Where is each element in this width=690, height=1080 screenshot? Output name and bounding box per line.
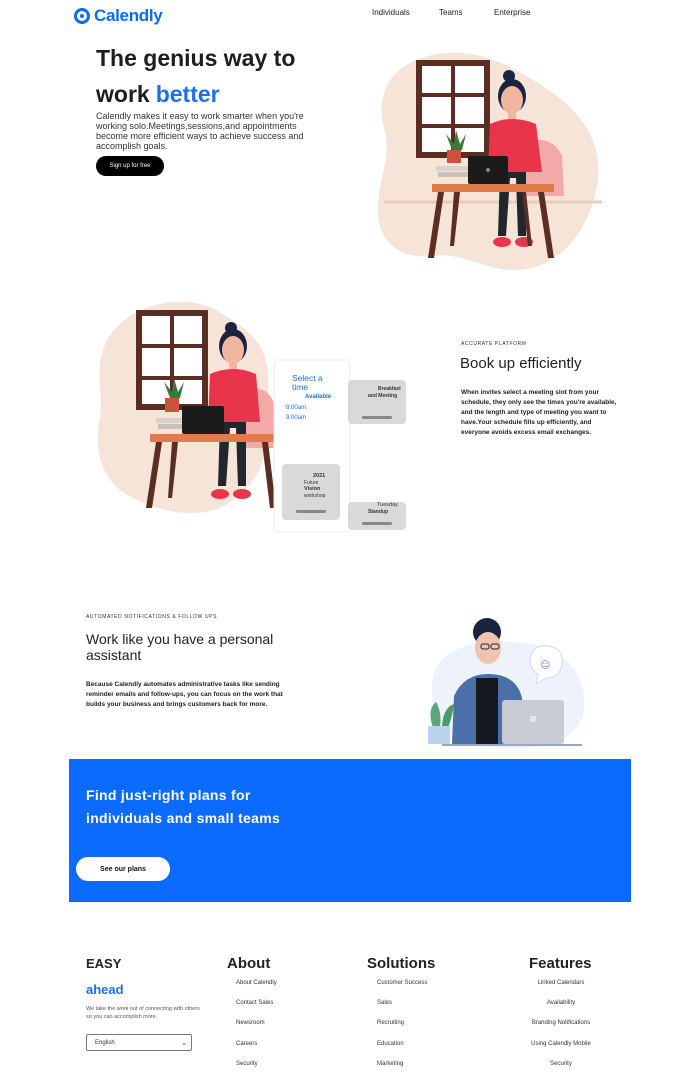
- language-select-value: English: [95, 1039, 115, 1046]
- hero-title-line1: The genius way to: [96, 45, 296, 71]
- footer-link[interactable]: Careers: [236, 1039, 277, 1059]
- footer-link[interactable]: Recruiting: [377, 1018, 427, 1038]
- assistant-eyebrow: AUTOMATED NOTIFICATIONS & FOLLOW UPS: [86, 614, 218, 620]
- man-at-laptop-illustration: ☺: [428, 618, 585, 749]
- woman-at-desk-illustration: [377, 52, 602, 271]
- footer-heading-features: Features: [529, 955, 592, 972]
- footer-solutions-links: Customer Success Sales Recruiting Educat…: [377, 978, 427, 1079]
- footer-brand-accent: ahead: [86, 982, 124, 997]
- nav-teams[interactable]: Teams: [439, 8, 463, 17]
- sign-up-button[interactable]: Sign up for free: [96, 156, 164, 176]
- footer-link[interactable]: Security: [520, 1059, 602, 1079]
- card-vision-sub-2: Vision: [304, 486, 321, 492]
- nav-individuals[interactable]: Individuals: [372, 8, 410, 17]
- language-select[interactable]: English ⌄: [86, 1034, 192, 1051]
- footer-link[interactable]: Education: [377, 1039, 427, 1059]
- card-tuesday-sub: Standup: [368, 509, 388, 515]
- footer-link[interactable]: Customer Success: [377, 978, 427, 998]
- assistant-title: Work like you have a personal assistant: [86, 631, 274, 663]
- nav-enterprise[interactable]: Enterprise: [494, 8, 530, 17]
- footer-link[interactable]: Security: [236, 1059, 277, 1079]
- footer-link[interactable]: Branding Notifications: [520, 1018, 602, 1038]
- card-tuesday-title: Tuesday: [377, 502, 398, 508]
- footer-link[interactable]: Newsroom: [236, 1018, 277, 1038]
- footer-brand: EASY: [86, 956, 122, 971]
- plans-banner-title: Find just-right plans for individuals an…: [86, 787, 281, 826]
- hero-title: The genius way to work better: [96, 40, 326, 112]
- footer-heading-solutions: Solutions: [367, 955, 436, 972]
- footer-link[interactable]: Using Calendly Mobile: [520, 1039, 602, 1059]
- footer-link[interactable]: Sales: [377, 998, 427, 1018]
- footer-features-links: Linked Calendars Availability Branding N…: [520, 978, 602, 1079]
- footer-link[interactable]: Linked Calendars: [520, 978, 602, 998]
- hero-title-accent: better: [155, 81, 220, 107]
- footer-tagline: We take the work out of connecting with …: [86, 1006, 200, 1020]
- see-plans-button[interactable]: See our plans: [76, 857, 170, 881]
- assistant-description: Because Calendly automates administrativ…: [86, 681, 283, 708]
- available-label: Available: [305, 394, 332, 400]
- footer-link[interactable]: Marketing: [377, 1059, 427, 1079]
- card-breakfast-title: Breakfast: [378, 386, 401, 392]
- card-breakfast-sub: and Meeting: [368, 393, 398, 399]
- hero-description: Calendly makes it easy to work smarter w…: [96, 111, 304, 151]
- scheduler-eyebrow: ACCURATE PLATFORM: [461, 341, 527, 347]
- chevron-down-icon: ⌄: [181, 1039, 187, 1047]
- time-slot-2[interactable]: 9:00am: [286, 415, 306, 421]
- scheduler-description: When invites select a meeting slot from …: [461, 389, 617, 436]
- scheduling-illustration: [97, 301, 406, 533]
- logo[interactable]: Calendly: [74, 6, 163, 26]
- logo-text: Calendly: [94, 6, 163, 25]
- calendly-logo-icon: [74, 8, 90, 24]
- footer-link[interactable]: Availability: [520, 998, 602, 1018]
- card-vision-sub-3: workshop: [304, 493, 326, 499]
- svg-text:☺: ☺: [540, 660, 550, 671]
- footer-link[interactable]: About Calendly: [236, 978, 277, 998]
- time-slot-1[interactable]: 8:00am: [286, 405, 306, 411]
- hero-title-word: work: [96, 81, 150, 107]
- footer-heading-about: About: [227, 955, 271, 972]
- select-time-label: Select a time: [292, 373, 323, 392]
- footer-about-links: About Calendly Contact Sales Newsroom Ca…: [236, 978, 277, 1079]
- footer-link[interactable]: Contact Sales: [236, 998, 277, 1018]
- card-vision-title: 2021: [313, 473, 326, 479]
- scheduler-title: Book up efficiently: [460, 355, 582, 372]
